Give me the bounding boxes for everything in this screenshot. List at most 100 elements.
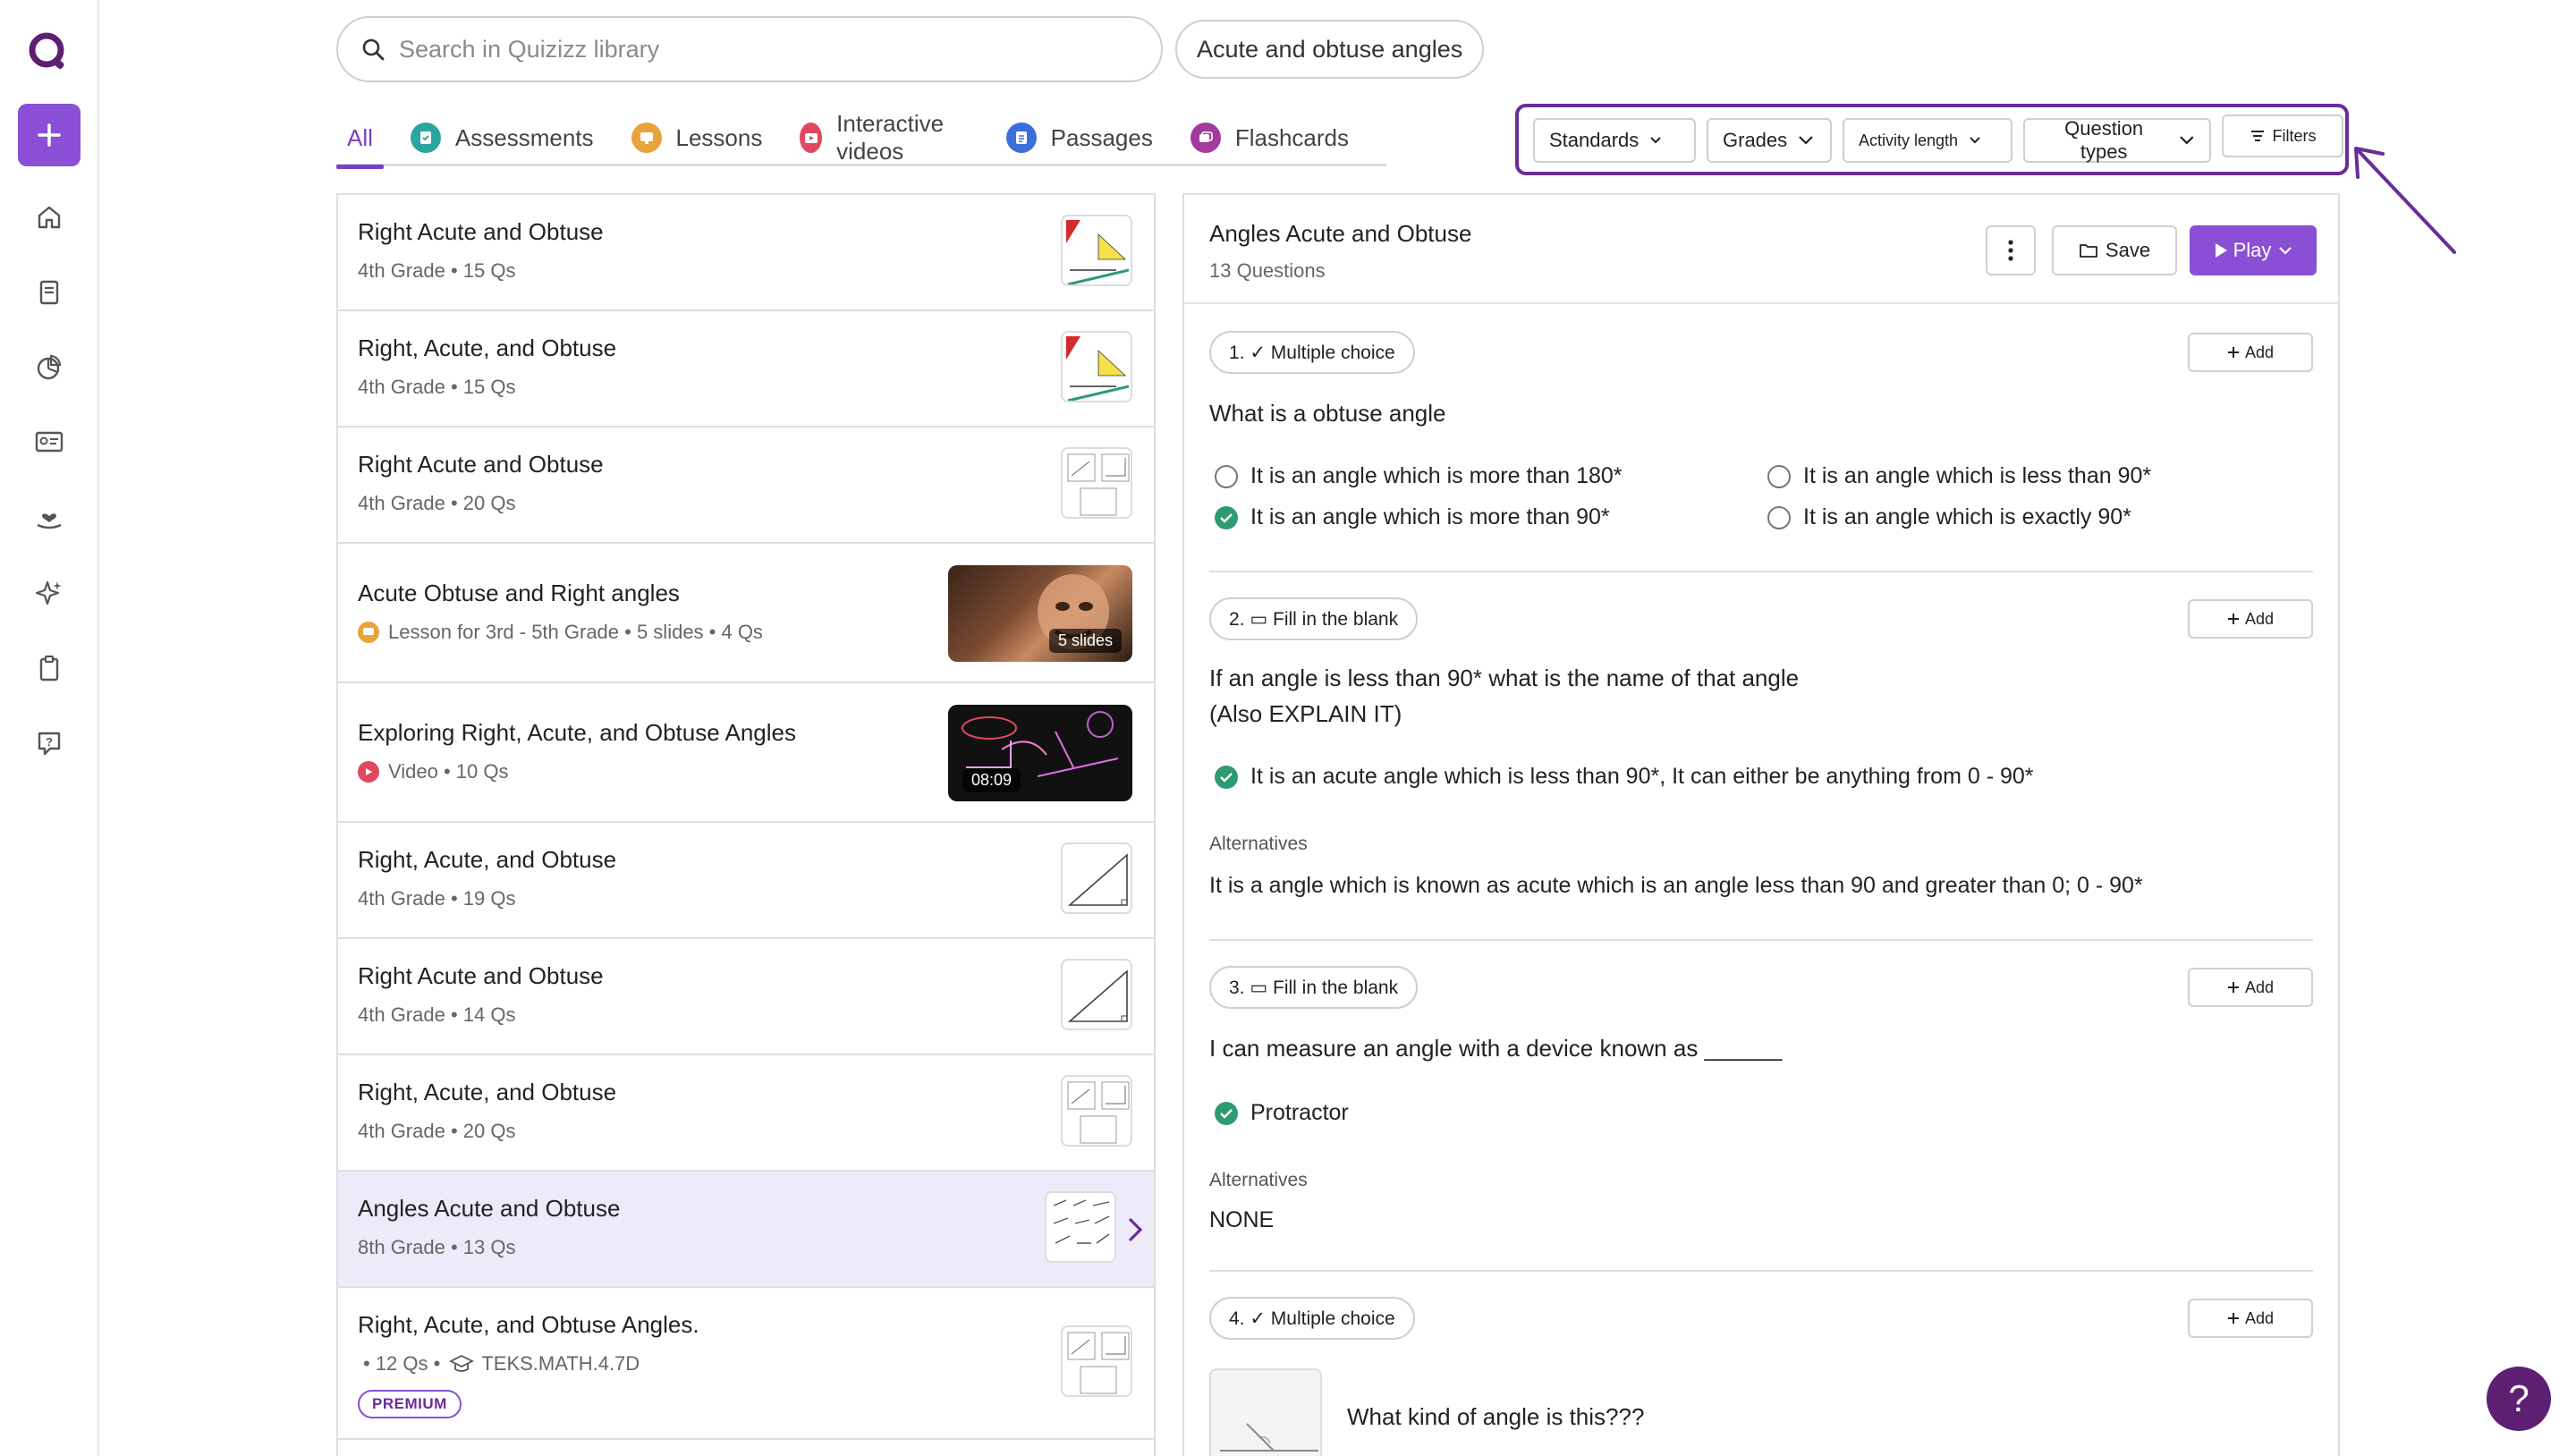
option-text: It is an angle which is more than 180*: [1250, 463, 1623, 488]
help-button[interactable]: ?: [2487, 1367, 2551, 1431]
item-meta: 8th Grade • 13 Qs: [358, 1236, 516, 1258]
radio-unselected-icon: [1215, 464, 1238, 488]
question-card-4: 4. ✓ Multiple choice Add What kind of an…: [1209, 1297, 2313, 1456]
tab-label: Passages: [1050, 123, 1153, 151]
left-nav-rail: ?: [0, 0, 99, 1456]
create-button[interactable]: [18, 104, 80, 166]
item-title: Right Acute and Obtuse: [358, 218, 604, 245]
item-title: Right Acute and Obtuse: [358, 962, 604, 989]
add-label: Add: [2244, 343, 2275, 361]
clipboard-icon[interactable]: [30, 649, 68, 687]
option-text: It is an angle which is less than 90*: [1803, 463, 2152, 488]
library-search-box[interactable]: [336, 16, 1163, 82]
ai-sparkle-icon[interactable]: [30, 574, 68, 612]
question-type-badge: 1. ✓ Multiple choice: [1209, 331, 1415, 374]
search-input[interactable]: [399, 35, 1132, 63]
correct-answer: Protractor: [1215, 1100, 1349, 1126]
grades-filter[interactable]: Grades: [1707, 118, 1832, 163]
add-label: Add: [2244, 978, 2275, 996]
save-button[interactable]: Save: [2052, 225, 2177, 275]
item-meta: Lesson for 3rd - 5th Grade • 5 slides • …: [388, 621, 763, 643]
accommodations-icon[interactable]: [30, 499, 68, 537]
answer-option: It is an angle which is exactly 90*: [1767, 504, 2131, 530]
alternative-answer: It is a angle which is known as acute wh…: [1209, 873, 2143, 898]
alternatives-label: Alternatives: [1209, 1170, 1308, 1190]
add-question-button[interactable]: Add: [2188, 1299, 2313, 1338]
add-question-button[interactable]: Add: [2188, 968, 2313, 1007]
tab-interactive-videos[interactable]: Interactive videos: [800, 110, 968, 165]
list-item[interactable]: Right, Acute, and Obtuse Angles. • 12 Qs…: [338, 1288, 1154, 1440]
svg-text:?: ?: [46, 735, 53, 749]
home-icon[interactable]: [30, 199, 68, 236]
divider: [1209, 939, 2313, 941]
add-question-button[interactable]: Add: [2188, 333, 2313, 372]
list-item[interactable]: Acute Obtuse and Right angles Lesson for…: [338, 544, 1154, 683]
list-item[interactable]: Right, Acute, and Obtuse 4th Grade • 19 …: [338, 823, 1154, 939]
question-type-badge: 4. ✓ Multiple choice: [1209, 1297, 1415, 1340]
answer-text: It is an acute angle which is less than …: [1250, 764, 2034, 789]
tab-passages[interactable]: Passages: [1005, 113, 1153, 163]
add-question-button[interactable]: Add: [2188, 599, 2313, 639]
play-icon: [2215, 243, 2227, 258]
lesson-icon: [631, 123, 662, 153]
list-item[interactable]: Right Acute and Obtuse 4th Grade • 14 Qs: [338, 939, 1154, 1055]
preview-header: Angles Acute and Obtuse 13 Questions Sav…: [1184, 195, 2338, 304]
play-label: Play: [2233, 239, 2272, 261]
filters-button[interactable]: Filters: [2222, 114, 2343, 157]
filter-lines-icon: [2250, 131, 2264, 141]
radio-unselected-icon: [1767, 464, 1791, 488]
duration-badge: 08:09: [962, 768, 1021, 792]
option-text: It is an angle which is more than 90*: [1250, 504, 1610, 529]
question-types-filter[interactable]: Question types: [2023, 117, 2211, 163]
plus-icon: [2227, 1313, 2239, 1324]
slides-badge: 5 slides: [1048, 629, 1122, 653]
more-options-button[interactable]: [1986, 225, 2036, 275]
item-meta-row: Video • 10 Qs: [358, 760, 509, 783]
help-chat-icon[interactable]: ?: [30, 724, 68, 762]
tab-lessons[interactable]: Lessons: [631, 113, 762, 163]
item-thumbnail: 08:09: [948, 705, 1132, 801]
item-title: Exploring Right, Acute, and Obtuse Angle…: [358, 719, 796, 746]
list-item[interactable]: Right Acute and Obtuse 4th Grade • 20 Qs: [338, 427, 1154, 544]
radio-unselected-icon: [1767, 505, 1791, 529]
question-text: If an angle is less than 90* what is the…: [1209, 665, 1800, 691]
answer-option: It is an angle which is less than 90*: [1767, 463, 2151, 489]
item-meta-row: • 12 Qs • TEKS.MATH.4.7D: [358, 1352, 640, 1376]
item-thumbnail: [1061, 842, 1132, 914]
item-meta: 4th Grade • 20 Qs: [358, 1120, 516, 1142]
annotation-arrow-icon: [2354, 147, 2456, 254]
list-item[interactable]: Right, Acute, and Obtuse 4th Grade • 15 …: [338, 311, 1154, 427]
graduation-cap-icon: [449, 1354, 475, 1372]
list-item[interactable]: Right, Acute, and Obtuse 4th Grade • 20 …: [338, 1055, 1154, 1172]
plus-icon: [2227, 347, 2239, 358]
search-icon: [362, 38, 385, 61]
divider: [1209, 1270, 2313, 1272]
chevron-down-icon: [1970, 137, 1980, 144]
query-chip[interactable]: Acute and obtuse angles: [1175, 20, 1485, 79]
library-icon[interactable]: [30, 274, 68, 311]
quizizz-logo-icon[interactable]: [27, 30, 70, 73]
standards-filter[interactable]: Standards: [1533, 118, 1696, 163]
play-button[interactable]: Play: [2190, 225, 2317, 275]
activity-length-filter[interactable]: Activity length: [1843, 118, 2012, 163]
list-item[interactable]: Right Acute and Obtuse 4th Grade • 15 Qs: [338, 195, 1154, 311]
tab-assessments[interactable]: Assessments: [410, 113, 594, 163]
chevron-right-icon[interactable]: [1127, 1216, 1145, 1243]
list-item[interactable]: Exploring Right, Acute, and Obtuse Angle…: [338, 683, 1154, 823]
list-item-selected[interactable]: Angles Acute and Obtuse 8th Grade • 13 Q…: [338, 1172, 1154, 1288]
filter-bar-highlight: Standards Grades Activity length Questio…: [1515, 104, 2349, 175]
chevron-down-icon: [2180, 136, 2194, 145]
lesson-icon: [358, 622, 379, 643]
question-count: 13 Questions: [1209, 259, 1326, 282]
classes-icon[interactable]: [30, 424, 68, 461]
tab-label: Assessments: [454, 123, 594, 151]
question-image: [1209, 1368, 1322, 1456]
tab-flashcards[interactable]: Flashcards: [1190, 113, 1349, 163]
tab-all[interactable]: All: [336, 113, 384, 169]
video-icon: [358, 761, 379, 783]
chevron-down-icon: [2279, 247, 2292, 255]
tab-label: Interactive videos: [836, 110, 945, 165]
reports-icon[interactable]: [30, 349, 68, 386]
quiz-preview-panel: Angles Acute and Obtuse 13 Questions Sav…: [1182, 193, 2340, 1456]
item-title: Right Acute and Obtuse: [358, 451, 604, 478]
